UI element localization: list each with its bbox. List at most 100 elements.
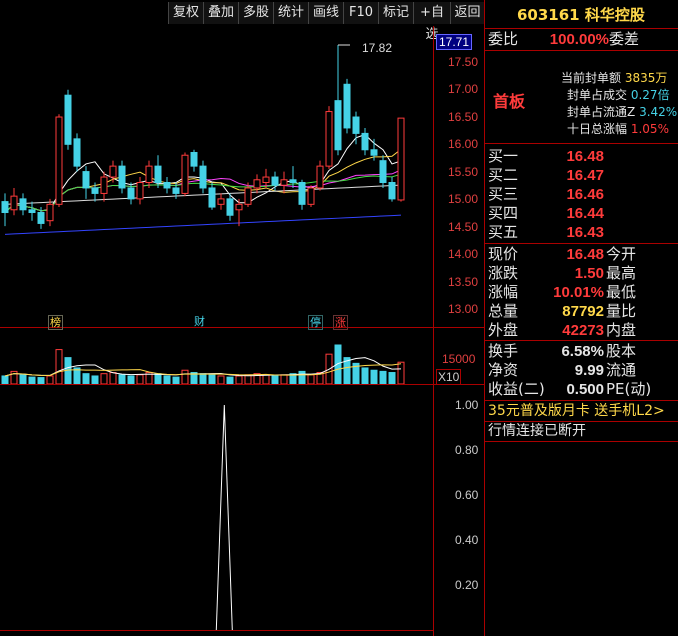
indicator-axis-tick: 0.20 (455, 578, 479, 592)
volume-bar (91, 375, 99, 385)
volume-bar (280, 374, 288, 385)
price-axis-tick: 14.00 (448, 247, 479, 261)
stats-value: 6.58% (561, 343, 604, 360)
quote-label-2: 今开 (606, 245, 637, 263)
stats-label-2: 流通 (606, 361, 637, 379)
bid-row[interactable]: 买三 16.46 (488, 185, 604, 204)
candle-body (361, 132, 369, 151)
stats-label: 换手 (488, 342, 519, 360)
ten-day-value: 1.05% (630, 122, 669, 136)
price-axis-tick: 15.50 (448, 165, 479, 179)
candle-body (118, 165, 126, 189)
badge-finance[interactable]: 财 (193, 315, 206, 328)
quote-value: 1.50 (574, 265, 604, 282)
quote-row: 外盘 42273 内盘 (488, 321, 636, 340)
bid-label: 买二 (488, 166, 519, 184)
quote-label: 现价 (488, 245, 519, 263)
bid-price: 16.44 (566, 205, 604, 222)
indicator-divider (0, 384, 484, 385)
order-diff-label: 委差 (609, 30, 640, 48)
connection-status: 行情连接已断开 (488, 423, 586, 439)
volume-bar (235, 375, 243, 385)
volume-bar (181, 369, 189, 385)
quote-value: 87792 (562, 303, 604, 320)
stats-label: 净资 (488, 361, 519, 379)
candle-body (280, 179, 288, 186)
candle-body (217, 198, 225, 205)
candle-body (199, 165, 207, 189)
candle-body (91, 187, 99, 194)
candle-body (28, 209, 36, 214)
quote-label: 外盘 (488, 321, 519, 339)
candle-body (208, 187, 216, 208)
volume-bar (127, 375, 135, 385)
volume-bar (361, 367, 369, 385)
quote-value: 10.01% (553, 284, 604, 301)
candle-body (1, 201, 9, 214)
volume-bar (370, 369, 378, 385)
quote-row: 总量 87792 量比 (488, 302, 636, 321)
bid-price: 16.48 (566, 148, 604, 165)
seal-turnover-value: 0.27倍 (630, 88, 670, 102)
quote-row: 涨幅 10.01% 最低 (488, 283, 636, 302)
volume-bar (199, 373, 207, 385)
candle-body (298, 182, 306, 205)
back-button[interactable]: 返回 (450, 2, 484, 24)
candle-body (379, 160, 387, 184)
price-axis-tick: 16.00 (448, 137, 479, 151)
candle-body (37, 212, 45, 224)
volume-bar (262, 374, 270, 385)
indicator-axis-tick: 0.40 (455, 533, 479, 547)
peak-price-label: 17.82 (362, 41, 393, 55)
stock-header: 603161 科华控股 (517, 6, 645, 25)
volume-bar (1, 375, 9, 385)
candle-body (145, 165, 153, 184)
candle-body (46, 203, 54, 222)
quote-label: 涨跌 (488, 264, 519, 282)
candle-body (19, 198, 27, 211)
candle-body (73, 138, 81, 167)
bid-row[interactable]: 买一 16.48 (488, 147, 604, 166)
bid-price: 16.47 (566, 167, 604, 184)
axis-divider (433, 26, 434, 636)
volume-average-line (4, 363, 402, 377)
price-axis-tick: 16.50 (448, 110, 479, 124)
candle-body (10, 195, 18, 211)
bid-row[interactable]: 买五 16.43 (488, 223, 604, 242)
candle-body (190, 151, 198, 167)
badge-limit-up[interactable]: 涨 (333, 315, 348, 330)
price-chart[interactable] (0, 0, 434, 636)
volume-bar (118, 374, 126, 385)
candle-body (289, 179, 297, 184)
stats-row: 净资 9.99 流通 (488, 361, 636, 380)
board-title: 首板 (493, 92, 526, 111)
promo-link[interactable]: 35元普及版月卡 送手机L2> (488, 402, 665, 421)
price-axis-current: 17.71 (436, 34, 473, 50)
volume-bar (109, 372, 117, 385)
stock-name: 科华控股 (584, 6, 645, 24)
bid-row[interactable]: 买二 16.47 (488, 166, 604, 185)
bid-row[interactable]: 买四 16.44 (488, 204, 604, 223)
stats-label-2: PE(动) (606, 380, 652, 398)
quote-value: 16.48 (566, 246, 604, 263)
quote-label-2: 最低 (606, 283, 637, 301)
seal-float-label: 封单占流通Z (567, 105, 636, 119)
badge-rank[interactable]: 榜 (48, 315, 63, 330)
volume-bar (154, 373, 162, 385)
candle-body (352, 116, 360, 134)
volume-bar (46, 375, 54, 385)
volume-bar (28, 376, 36, 385)
bid-label: 买五 (488, 223, 519, 241)
badge-suspend[interactable]: 停 (308, 315, 323, 330)
candle-body (325, 111, 333, 167)
stats-row: 收益(二) 0.500 PE(动) (488, 380, 651, 399)
candle-body (181, 154, 189, 194)
volume-bar (208, 374, 216, 385)
volume-bar (388, 372, 396, 385)
quote-label-2: 量比 (606, 302, 637, 320)
candle-body (82, 171, 90, 189)
candle-body (136, 182, 144, 200)
volume-divider (0, 327, 484, 328)
order-ratio-value: 100.00% (549, 31, 609, 48)
quote-label: 涨幅 (488, 283, 519, 301)
